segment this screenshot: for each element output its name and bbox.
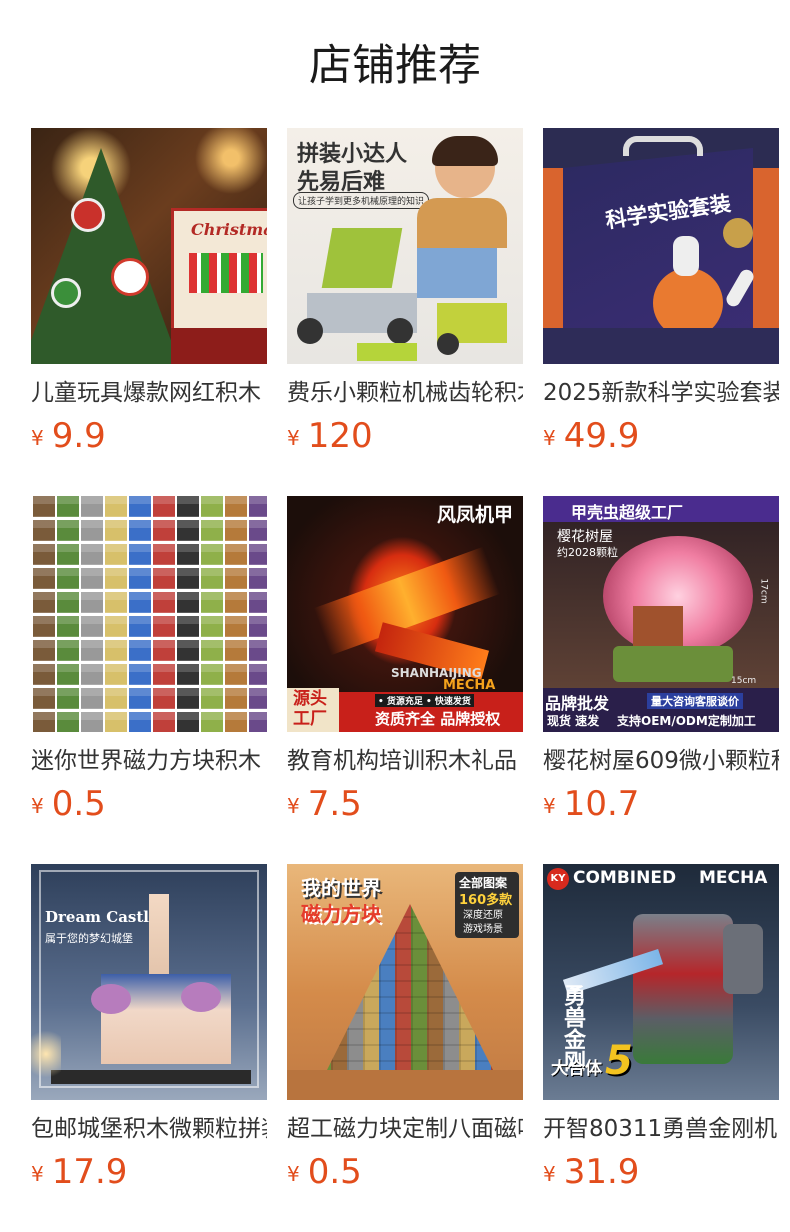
image-text: 樱花树屋 <box>557 529 613 545</box>
price-value: 7.5 <box>307 784 362 824</box>
product-name[interactable]: 樱花树屋609微小颗粒积木 <box>543 744 779 778</box>
image-text: 我的世界 <box>301 876 381 900</box>
product-name[interactable]: 迷你世界磁力方块积木 <box>31 744 267 778</box>
image-text: Christmas <box>191 220 267 239</box>
image-text: 资质齐全 品牌授权 <box>375 710 501 728</box>
product-name[interactable]: 教育机构培训积木礼品 <box>287 744 523 778</box>
price-value: 9.9 <box>51 416 106 456</box>
image-text: 量大咨询客服谈价 <box>647 693 743 709</box>
product-price: ¥9.9 <box>31 414 106 458</box>
product-card[interactable]: 科学实验套装 2025新款科学实验套装 ¥49.9 <box>543 128 779 476</box>
magnetic-pyramid-image[interactable]: 我的世界 磁力方块 全部图案 160多款 深度还原 游戏场景 <box>287 864 523 1100</box>
image-text: 5 <box>605 1038 633 1084</box>
product-price: ¥7.5 <box>287 782 362 826</box>
product-card[interactable]: 我的世界 磁力方块 全部图案 160多款 深度还原 游戏场景 超工磁力块定制八面… <box>287 864 523 1212</box>
image-text: 风凤机甲 <box>437 504 514 526</box>
currency-symbol: ¥ <box>287 794 300 818</box>
image-text: 品牌批发 <box>545 694 610 713</box>
image-text: 大合体 <box>551 1059 602 1079</box>
image-text: 17cm <box>758 578 769 604</box>
currency-symbol: ¥ <box>543 426 556 450</box>
price-value: 17.9 <box>51 1152 128 1192</box>
science-kit-image[interactable]: 科学实验套装 <box>543 128 779 364</box>
product-name[interactable]: 开智80311勇兽金刚机甲 <box>543 1112 779 1146</box>
product-name[interactable]: 2025新款科学实验套装 <box>543 376 779 410</box>
image-text: 让孩子学到更多机械原理的知识 <box>293 192 430 209</box>
price-value: 31.9 <box>563 1152 640 1192</box>
product-name[interactable]: 儿童玩具爆款网红积木 <box>31 376 267 410</box>
image-text: 15cm <box>731 676 757 686</box>
product-card[interactable]: 迷你世界磁力方块积木 ¥0.5 <box>31 496 267 844</box>
product-price: ¥49.9 <box>543 414 639 458</box>
price-value: 120 <box>307 416 373 456</box>
cherry-tree-house-image[interactable]: 甲壳虫超级工厂 樱花树屋 约2028颗粒 17cm 15cm 品牌批发 现货 速… <box>543 496 779 732</box>
image-text: MECHA <box>699 868 768 888</box>
image-text: MECHA <box>443 678 496 693</box>
image-text: 甲壳虫超级工厂 <box>571 503 684 522</box>
image-text: 工厂 <box>293 709 327 729</box>
image-text: 现货 速发 <box>547 714 600 728</box>
product-price: ¥31.9 <box>543 1150 639 1194</box>
image-text: 支持OEM/ODM定制加工 <box>617 714 756 728</box>
image-text: Dream Castle <box>45 908 159 926</box>
christmas-tree-image[interactable]: Christmas <box>31 128 267 364</box>
image-text: • 货源充足 • 快速发货 <box>375 694 474 707</box>
magnetic-cubes-image[interactable] <box>31 496 267 732</box>
product-price: ¥120 <box>287 414 373 458</box>
product-card[interactable]: 拼装小达人 先易后难 让孩子学到更多机械原理的知识 费乐小颗粒机械齿轮积木 ¥1… <box>287 128 523 476</box>
product-grid: Christmas 儿童玩具爆款网红积木 ¥9.9 拼装小达人 先易后难 让孩子… <box>31 128 779 1212</box>
product-name[interactable]: 包邮城堡积木微颗粒拼装 <box>31 1112 267 1146</box>
product-name[interactable]: 超工磁力块定制八面磁吸 <box>287 1112 523 1146</box>
mechanical-blocks-image[interactable]: 拼装小达人 先易后难 让孩子学到更多机械原理的知识 <box>287 128 523 364</box>
price-value: 10.7 <box>563 784 640 824</box>
section-title: 店铺推荐 <box>309 41 481 91</box>
currency-symbol: ¥ <box>543 794 556 818</box>
product-card[interactable]: 风凤机甲 MECHA SHANHAIJING 源头 工厂 • 货源充足 • 快速… <box>287 496 523 844</box>
image-text: KY <box>547 868 569 890</box>
dream-castle-image[interactable]: Dream Castle 属于您的梦幻城堡 <box>31 864 267 1100</box>
product-price: ¥0.5 <box>287 1150 362 1194</box>
currency-symbol: ¥ <box>287 426 300 450</box>
currency-symbol: ¥ <box>287 1162 300 1186</box>
price-value: 49.9 <box>563 416 640 456</box>
product-card[interactable]: Christmas 儿童玩具爆款网红积木 ¥9.9 <box>31 128 267 476</box>
image-text: 约2028颗粒 <box>557 546 618 559</box>
price-value: 0.5 <box>51 784 106 824</box>
price-value: 0.5 <box>307 1152 362 1192</box>
product-name[interactable]: 费乐小颗粒机械齿轮积木 <box>287 376 523 410</box>
product-price: ¥0.5 <box>31 782 106 826</box>
product-card[interactable]: Dream Castle 属于您的梦幻城堡 包邮城堡积木微颗粒拼装 ¥17.9 <box>31 864 267 1212</box>
image-text: 源头 <box>293 689 327 709</box>
currency-symbol: ¥ <box>31 1162 44 1186</box>
product-price: ¥10.7 <box>543 782 639 826</box>
product-card[interactable]: KY COMBINED MECHA 勇兽金刚 大合体 5 开智80311勇兽金刚… <box>543 864 779 1212</box>
currency-symbol: ¥ <box>31 426 44 450</box>
currency-symbol: ¥ <box>31 794 44 818</box>
image-text: COMBINED <box>573 868 677 888</box>
product-price: ¥17.9 <box>31 1150 127 1194</box>
image-text: 属于您的梦幻城堡 <box>45 932 133 945</box>
product-card[interactable]: 甲壳虫超级工厂 樱花树屋 约2028颗粒 17cm 15cm 品牌批发 现货 速… <box>543 496 779 844</box>
phoenix-mecha-image[interactable]: 风凤机甲 MECHA SHANHAIJING 源头 工厂 • 货源充足 • 快速… <box>287 496 523 732</box>
combined-mecha-image[interactable]: KY COMBINED MECHA 勇兽金刚 大合体 5 <box>543 864 779 1100</box>
image-text: SHANHAIJING <box>391 666 482 680</box>
currency-symbol: ¥ <box>543 1162 556 1186</box>
